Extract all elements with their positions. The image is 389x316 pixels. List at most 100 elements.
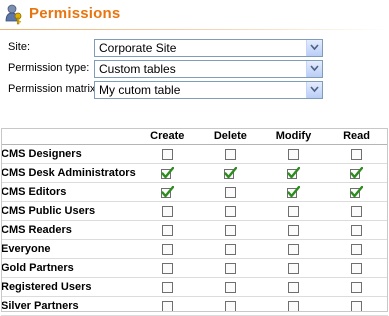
permission-checkbox[interactable] xyxy=(287,224,299,236)
permission-cell xyxy=(198,201,262,221)
table-row: CMS Editors xyxy=(1,182,388,202)
permission-cell xyxy=(198,163,262,183)
permission-checkbox[interactable] xyxy=(161,281,173,293)
table-row: Registered Users xyxy=(1,277,388,297)
matrix-header-role xyxy=(1,128,136,145)
permission-checkbox[interactable] xyxy=(287,148,299,160)
check-icon[interactable] xyxy=(286,186,300,199)
permission-checkbox[interactable] xyxy=(351,148,363,160)
permission-cell xyxy=(325,239,388,259)
permission-matrix-label: Permission matrix: xyxy=(8,83,99,95)
check-icon[interactable] xyxy=(223,167,237,180)
permission-checkbox[interactable] xyxy=(351,300,363,312)
role-name: Registered Users xyxy=(1,277,136,297)
chevron-down-icon[interactable] xyxy=(306,40,322,56)
permission-cell xyxy=(261,144,326,164)
permission-checkbox[interactable] xyxy=(161,262,173,274)
permission-checkbox[interactable] xyxy=(351,281,363,293)
permission-matrix-table: Create Delete Modify Read CMS Designers C… xyxy=(1,128,388,316)
permission-cell xyxy=(198,144,262,164)
table-row: Gold Partners xyxy=(1,258,388,278)
permission-cell xyxy=(135,220,199,240)
permission-cell xyxy=(198,277,262,297)
permission-checkbox[interactable] xyxy=(351,262,363,274)
permission-cell xyxy=(261,163,326,183)
role-name: CMS Readers xyxy=(1,220,136,240)
table-row: Everyone xyxy=(1,239,388,259)
site-select[interactable]: Corporate Site xyxy=(94,39,323,57)
check-icon[interactable] xyxy=(350,167,364,180)
permission-cell xyxy=(135,258,199,278)
permission-checkbox[interactable] xyxy=(224,281,236,293)
permission-checkbox[interactable] xyxy=(287,262,299,274)
header-divider xyxy=(0,29,389,30)
permission-cell xyxy=(325,163,388,183)
permission-cell xyxy=(261,258,326,278)
permission-cell xyxy=(325,201,388,221)
permission-type-select[interactable]: Custom tables xyxy=(94,60,323,78)
permission-checkbox[interactable] xyxy=(287,281,299,293)
role-name: Everyone xyxy=(1,239,136,259)
permission-checkbox[interactable] xyxy=(161,148,173,160)
site-label: Site: xyxy=(8,41,31,53)
permission-checkbox[interactable] xyxy=(224,186,236,198)
matrix-header-create: Create xyxy=(135,128,199,145)
users-key-icon xyxy=(4,3,24,25)
permission-type-label: Permission type: xyxy=(8,62,90,74)
matrix-header-row: Create Delete Modify Read xyxy=(1,128,388,145)
permission-cell xyxy=(198,220,262,240)
permission-checkbox[interactable] xyxy=(224,262,236,274)
permission-checkbox[interactable] xyxy=(351,243,363,255)
permission-checkbox[interactable] xyxy=(351,224,363,236)
permission-cell xyxy=(135,144,199,164)
permission-cell xyxy=(325,277,388,297)
table-row: CMS Public Users xyxy=(1,201,388,221)
permission-cell xyxy=(135,239,199,259)
permission-checkbox[interactable] xyxy=(224,205,236,217)
check-icon[interactable] xyxy=(286,167,300,180)
role-name: Gold Partners xyxy=(1,258,136,278)
permission-checkbox[interactable] xyxy=(224,224,236,236)
permission-cell xyxy=(325,258,388,278)
permission-cell xyxy=(198,258,262,278)
role-name: CMS Public Users xyxy=(1,201,136,221)
permission-cell xyxy=(261,239,326,259)
permission-type-select-value: Custom tables xyxy=(99,62,176,76)
check-icon[interactable] xyxy=(160,186,174,199)
permission-checkbox[interactable] xyxy=(351,205,363,217)
permission-cell xyxy=(261,201,326,221)
check-icon[interactable] xyxy=(350,186,364,199)
permission-cell xyxy=(135,201,199,221)
permission-cell xyxy=(261,182,326,202)
permission-checkbox[interactable] xyxy=(224,243,236,255)
permission-cell xyxy=(135,182,199,202)
role-name: CMS Editors xyxy=(1,182,136,202)
chevron-down-icon[interactable] xyxy=(306,82,322,98)
permission-cell xyxy=(135,277,199,297)
permission-checkbox[interactable] xyxy=(224,148,236,160)
permission-cell xyxy=(135,163,199,183)
permission-cell xyxy=(261,220,326,240)
permission-cell xyxy=(261,277,326,297)
permission-checkbox[interactable] xyxy=(161,205,173,217)
permission-checkbox[interactable] xyxy=(224,300,236,312)
permission-checkbox[interactable] xyxy=(287,300,299,312)
table-row: CMS Readers xyxy=(1,220,388,240)
permission-checkbox[interactable] xyxy=(161,243,173,255)
permission-checkbox[interactable] xyxy=(287,243,299,255)
check-icon[interactable] xyxy=(160,167,174,180)
site-select-value: Corporate Site xyxy=(99,41,177,55)
matrix-header-read: Read xyxy=(325,128,388,145)
permission-matrix-select[interactable]: My cutom table xyxy=(94,81,323,99)
permission-checkbox[interactable] xyxy=(161,300,173,312)
permission-checkbox[interactable] xyxy=(161,224,173,236)
table-row: CMS Designers xyxy=(1,144,388,164)
permission-cell xyxy=(198,182,262,202)
permission-cell xyxy=(325,182,388,202)
matrix-header-modify: Modify xyxy=(261,128,326,145)
chevron-down-icon[interactable] xyxy=(306,61,322,77)
permission-checkbox[interactable] xyxy=(287,205,299,217)
permission-matrix-select-value: My cutom table xyxy=(99,83,181,97)
page-header: Permissions xyxy=(0,0,389,30)
permission-cell xyxy=(198,239,262,259)
